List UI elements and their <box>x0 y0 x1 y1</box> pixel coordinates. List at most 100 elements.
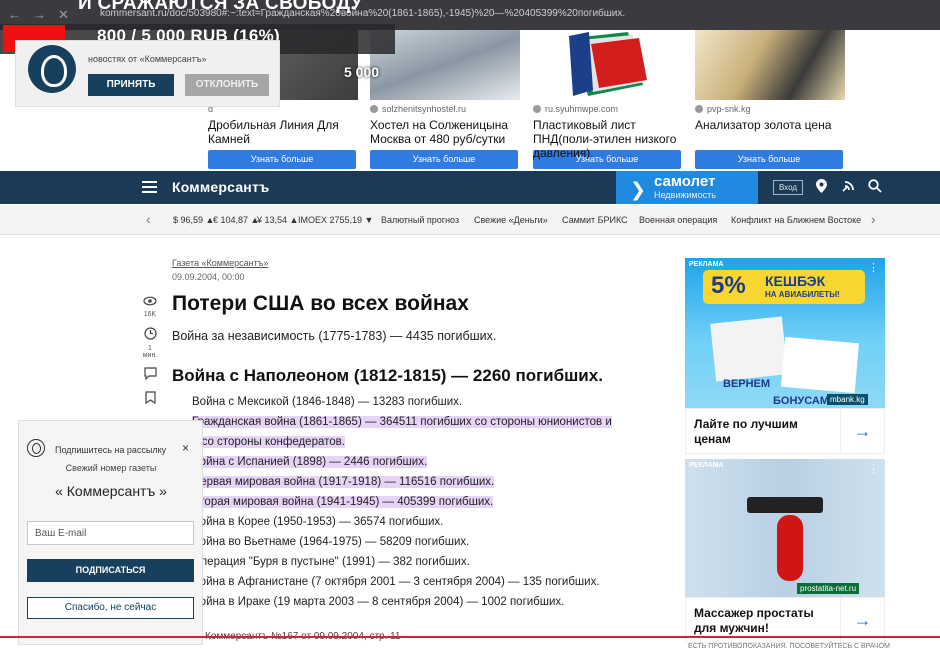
right-ad-cashback[interactable]: РЕКЛАМА ⋮ 5% КЕШБЭК НА АВИАБИЛЕТЫ! ВЕРНЕ… <box>685 258 885 454</box>
ticker-link[interactable]: Военная операция <box>639 215 717 225</box>
clock-icon <box>140 327 160 343</box>
ad-source: prostatita-net.ru <box>797 583 860 594</box>
photo-card <box>780 336 860 394</box>
ad-title: Пластиковый лист ПНД(поли-этилен низкого… <box>533 118 677 160</box>
overlay-value: 0 <box>0 64 8 80</box>
ad-badge: РЕКЛАМА <box>689 261 724 268</box>
close-icon[interactable]: × <box>182 441 189 455</box>
menu-icon[interactable] <box>142 181 157 196</box>
email-field[interactable]: Ваш E-mail <box>27 521 194 545</box>
not-now-button[interactable]: Спасибо, не сейчас <box>27 597 194 619</box>
list-item: Операция "Буря в пустыне" (1991) — 382 п… <box>192 556 470 568</box>
ticker-link[interactable]: Конфликт на Ближнем Востоке <box>731 215 861 225</box>
article-date: 09.09.2004, 00:00 <box>172 272 245 282</box>
partner-subtitle: Недвижимость <box>654 190 716 200</box>
list-item: Война с Мексикой (1846-1848) — 13283 пог… <box>192 396 463 408</box>
subscribe-label: Подпишитесь на рассылку <box>55 445 167 455</box>
overlay-progress-line <box>0 636 940 638</box>
list-item: Война в Ираке (19 марта 2003 — 8 сентябр… <box>192 596 565 608</box>
ad-disclaimer: ЕСТЬ ПРОТИВОПОКАЗАНИЯ. ПОСОВЕТУЙТЕСЬ С В… <box>688 643 890 650</box>
ad-title: Дробильная Линия Для Камней <box>208 118 339 146</box>
site-header: Коммерсантъ ❯ самолет Недвижимость Вход <box>0 171 940 204</box>
list-item: Вторая мировая война (1941-1945) — 40539… <box>192 496 494 508</box>
rss-icon[interactable] <box>842 179 856 196</box>
article-lead: Война за независимость (1775-1783) — 443… <box>172 329 497 343</box>
chevron-left-icon[interactable]: ‹ <box>146 211 151 227</box>
partner-name: самолет <box>654 173 716 190</box>
list-item: Война в Афганистане (7 октября 2001 — 3 … <box>192 576 600 588</box>
site-favicon-icon <box>695 105 703 113</box>
bookmark-icon[interactable] <box>140 391 160 407</box>
subscribe-button[interactable]: ПОДПИСАТЬСЯ <box>27 559 194 582</box>
search-icon[interactable] <box>868 179 882 196</box>
more-options-icon[interactable]: ⋮ <box>868 261 879 274</box>
ad-caption: Лайте по лучшим ценам → <box>685 408 885 454</box>
right-ad-massager[interactable]: РЕКЛАМА ⋮ prostatita-net.ru Массажер про… <box>685 459 885 643</box>
arrow-right-icon[interactable]: → <box>840 409 884 453</box>
overlay-price: 5 000 <box>344 64 380 80</box>
list-item: Война с Испанией (1898) — 2446 погибших. <box>192 456 428 468</box>
read-time: 1 мин. <box>142 345 158 359</box>
ad-card-plastic[interactable]: ru.syuhmwpe.com Пластиковый лист ПНД(пол… <box>533 30 683 169</box>
forward-arrow-icon[interactable]: → <box>33 7 46 23</box>
ticker-link[interactable]: Саммит БРИКС <box>562 215 628 225</box>
ad-source: solzhenitsynhostel.ru <box>370 103 520 115</box>
close-tab-icon[interactable]: ✕ <box>58 7 69 23</box>
accept-button[interactable]: ПРИНЯТЬ <box>88 74 174 96</box>
learn-more-button[interactable]: Узнать больше <box>695 150 843 169</box>
ad-card-gold-analyzer[interactable]: pvp-snk.kg Анализатор золота цена Узнать… <box>695 30 845 169</box>
ad-title: Лайте по лучшим ценам <box>694 417 798 446</box>
ad-banner-image: РЕКЛАМА ⋮ prostatita-net.ru <box>685 459 885 597</box>
photo-card <box>710 316 788 382</box>
imoex-index[interactable]: IMOEX 2755,19 ▼ <box>298 215 373 225</box>
ticker-bar: ‹ $ 96,59 ▲ € 104,87 ▲ ¥ 13,54 ▲ IMOEX 2… <box>0 205 940 235</box>
newsletter-popup: Подпишитесь на рассылку × Свежий номер г… <box>18 420 203 645</box>
learn-more-button[interactable]: Узнать больше <box>208 150 356 169</box>
article-side-tools: 16K 1 мин. <box>140 293 160 407</box>
cny-rate[interactable]: ¥ 13,54 ▲ <box>257 215 298 225</box>
site-favicon-icon <box>370 105 378 113</box>
more-options-icon[interactable]: ⋮ <box>868 462 879 475</box>
site-logo[interactable]: Коммерсантъ <box>172 179 269 195</box>
ad-source: mbank.kg <box>827 394 868 405</box>
browser-nav: ← → ✕ <box>8 7 69 23</box>
ticker-link[interactable]: Валютный прогноз <box>381 215 459 225</box>
site-favicon-icon <box>533 105 541 113</box>
ad-banner-image: РЕКЛАМА ⋮ 5% КЕШБЭК НА АВИАБИЛЕТЫ! ВЕРНЕ… <box>685 258 885 408</box>
ad-badge: РЕКЛАМА <box>689 462 724 469</box>
plastic-sheets-icon <box>569 32 647 96</box>
article-subheading: Война с Наполеоном (1812-1815) — 2260 по… <box>172 366 603 385</box>
eur-rate[interactable]: € 104,87 ▲ <box>213 215 259 225</box>
chevron-right-icon[interactable]: › <box>871 211 876 227</box>
belt-shape <box>747 497 823 513</box>
back-arrow-icon[interactable]: ← <box>8 7 21 23</box>
war-losses-list: Война с Мексикой (1846-1848) — 13283 пог… <box>192 395 612 615</box>
notification-consent-popup: новостях от «Коммерсантъ» ПРИНЯТЬ ОТКЛОН… <box>15 40 280 107</box>
location-pin-icon[interactable] <box>816 179 827 196</box>
product-shape <box>777 515 803 581</box>
views-count: 16K <box>143 311 157 318</box>
list-item: 1 со стороны конфедератов. <box>192 436 345 448</box>
ad-image <box>533 30 683 100</box>
comment-icon[interactable] <box>140 367 160 383</box>
list-item: Гражданская война (1861-1865) — 364511 п… <box>192 416 612 428</box>
list-item: Первая мировая война (1917-1918) — 11651… <box>192 476 495 488</box>
article-source-link[interactable]: Газета «Коммерсантъ» <box>172 258 268 268</box>
learn-more-button[interactable]: Узнать больше <box>370 150 518 169</box>
decline-button[interactable]: ОТКЛОНИТЬ <box>185 74 269 96</box>
usd-rate[interactable]: $ 96,59 ▲ <box>173 215 214 225</box>
kommersant-logo-icon <box>27 439 45 457</box>
ad-source: ru.syuhmwpe.com <box>533 103 683 115</box>
list-item: Война в Корее (1950-1953) — 36574 погибш… <box>192 516 444 528</box>
partner-banner[interactable]: ❯ самолет Недвижимость <box>616 171 758 204</box>
article-headline: Потери США во всех войнах <box>172 292 469 315</box>
ad-title: Массажер простаты для мужчин! <box>694 606 814 635</box>
kommersant-logo-icon <box>28 45 76 93</box>
ad-image <box>695 30 845 100</box>
ad-title: Хостел на Солженицына Москва от 480 руб/… <box>370 118 509 146</box>
ticker-link[interactable]: Свежие «Деньги» <box>474 215 548 225</box>
samolet-logo-icon: ❯ <box>630 180 646 201</box>
subscribe-brand: « Коммерсантъ » <box>55 483 167 499</box>
login-button[interactable]: Вход <box>773 180 803 195</box>
stream-overlay-title: И СРАЖАЮТСЯ ЗА СВОБОДУ <box>78 0 363 14</box>
